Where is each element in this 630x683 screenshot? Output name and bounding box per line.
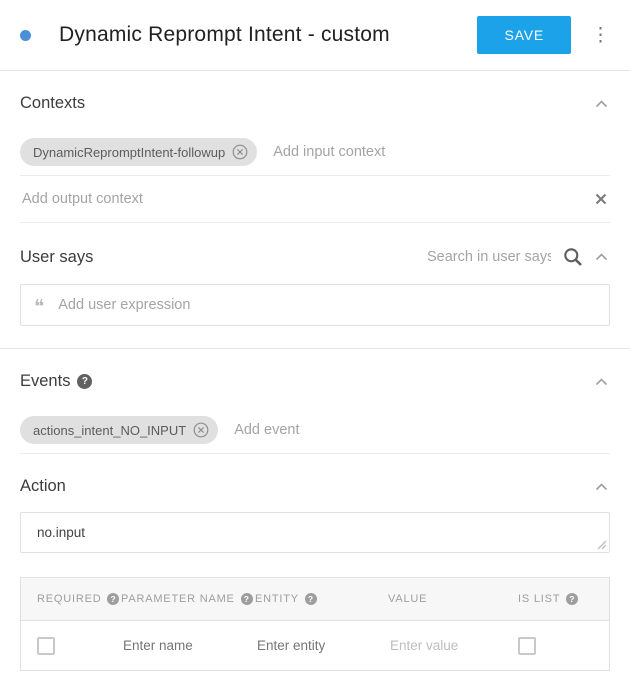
user-says-section: User says (0, 223, 630, 349)
events-title-wrap: Events (20, 372, 92, 391)
parameters-table-header: REQUIRED PARAMETER NAME ENTITY VALUE IS … (21, 578, 609, 621)
header-parameter-name-label: PARAMETER NAME (121, 593, 235, 605)
is-list-checkbox[interactable] (518, 637, 536, 655)
add-input-context-input[interactable] (271, 143, 610, 161)
header: Dynamic Reprompt Intent - custom SAVE (0, 0, 630, 71)
action-name-input[interactable] (35, 524, 595, 541)
action-section-header: Action (20, 454, 610, 512)
user-says-collapse-chevron-icon[interactable] (593, 251, 610, 263)
intent-status-dot-icon (20, 30, 31, 41)
parameter-name-cell (105, 621, 239, 670)
parameter-row (21, 621, 609, 670)
user-says-section-header: User says (20, 223, 610, 284)
contexts-section-header: Contexts (20, 71, 610, 129)
add-user-expression-input[interactable] (56, 296, 596, 314)
events-collapse-chevron-icon[interactable] (593, 376, 610, 388)
user-says-title: User says (20, 248, 93, 267)
event-chip: actions_intent_NO_INPUT (20, 416, 218, 444)
entity-cell (239, 621, 372, 670)
remove-event-icon[interactable] (193, 422, 209, 438)
action-collapse-chevron-icon[interactable] (593, 481, 610, 493)
search-user-says-input[interactable] (425, 248, 553, 266)
resize-handle-icon[interactable] (597, 540, 607, 550)
quote-icon (34, 298, 44, 317)
more-options-kebab-icon[interactable] (587, 22, 614, 49)
value-input[interactable] (388, 637, 498, 654)
user-expression-box (20, 284, 610, 326)
event-chip-label: actions_intent_NO_INPUT (33, 423, 186, 438)
contexts-collapse-chevron-icon[interactable] (593, 98, 610, 110)
required-cell (21, 621, 105, 670)
remove-input-context-icon[interactable] (232, 144, 248, 160)
header-is-list-label: IS LIST (518, 593, 560, 605)
required-checkbox[interactable] (37, 637, 55, 655)
header-is-list: IS LIST (502, 578, 609, 620)
header-value: VALUE (372, 578, 502, 620)
events-row: actions_intent_NO_INPUT (20, 407, 610, 454)
search-icon[interactable] (562, 246, 584, 268)
output-contexts-row (20, 176, 610, 223)
add-event-input[interactable] (232, 421, 610, 439)
parameters-table: REQUIRED PARAMETER NAME ENTITY VALUE IS … (20, 577, 610, 671)
header-value-label: VALUE (388, 593, 427, 605)
save-button[interactable]: SAVE (477, 16, 571, 54)
intent-editor-page: Dynamic Reprompt Intent - custom SAVE Co… (0, 0, 630, 683)
events-section: Events actions_intent_NO_INPUT (0, 349, 630, 454)
user-says-header-tools (425, 246, 610, 268)
value-cell (372, 621, 502, 670)
action-title: Action (20, 477, 66, 496)
events-section-header: Events (20, 349, 610, 407)
input-context-chip: DynamicRepromptIntent-followup (20, 138, 257, 166)
add-output-context-input[interactable] (20, 190, 592, 208)
parameter-name-input[interactable] (121, 637, 235, 654)
input-contexts-row: DynamicRepromptIntent-followup (20, 129, 610, 176)
is-list-cell (502, 621, 609, 670)
events-title: Events (20, 372, 70, 391)
entity-help-icon[interactable] (305, 593, 317, 605)
action-input-box (20, 512, 610, 553)
header-required-label: REQUIRED (37, 593, 101, 605)
header-required: REQUIRED (21, 578, 105, 620)
action-section: Action (0, 454, 630, 553)
clear-output-context-icon[interactable] (592, 190, 610, 208)
is-list-help-icon[interactable] (566, 593, 578, 605)
events-help-icon[interactable] (77, 374, 92, 389)
header-entity-label: ENTITY (255, 593, 299, 605)
header-entity: ENTITY (239, 578, 372, 620)
input-context-chip-label: DynamicRepromptIntent-followup (33, 145, 225, 160)
header-parameter-name: PARAMETER NAME (105, 578, 239, 620)
page-title: Dynamic Reprompt Intent - custom (59, 23, 477, 47)
entity-input[interactable] (255, 637, 368, 654)
contexts-section: Contexts DynamicRepromptIntent-followup (0, 71, 630, 223)
contexts-title: Contexts (20, 94, 85, 113)
